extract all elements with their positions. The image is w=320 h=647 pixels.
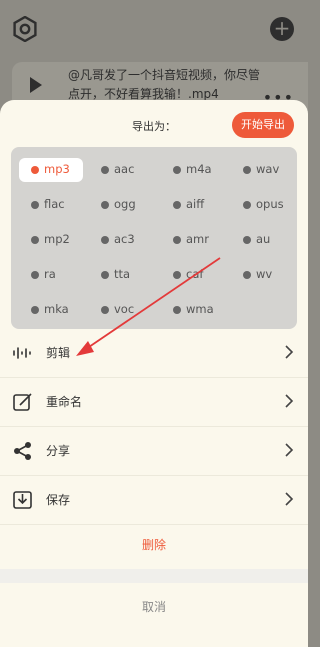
- format-option-wv[interactable]: wv: [231, 263, 295, 287]
- audio-title: @凡哥发了一个抖音短视频，你尽管点开，不好看算我输！.mp4: [68, 68, 261, 101]
- format-label: mp3: [44, 162, 70, 176]
- format-label: wv: [256, 267, 273, 281]
- format-option-wav[interactable]: wav: [231, 158, 295, 182]
- action-label: 重命名: [46, 395, 83, 409]
- divider: [0, 569, 308, 583]
- radio-dot-icon: [173, 166, 181, 174]
- format-option-ra[interactable]: ra: [19, 263, 83, 287]
- format-option-voc[interactable]: voc: [89, 298, 153, 322]
- action-label: 保存: [46, 493, 71, 507]
- format-label: au: [256, 232, 271, 246]
- format-option-au[interactable]: au: [231, 228, 295, 252]
- format-option-m4a[interactable]: m4a: [161, 158, 225, 182]
- waveform-icon: [12, 343, 34, 363]
- format-option-ogg[interactable]: ogg: [89, 193, 153, 217]
- format-option-ac3[interactable]: ac3: [89, 228, 153, 252]
- chevron-right-icon: [284, 393, 294, 409]
- format-grid: mp3 aac m4a wav flac ogg aiff opus mp2 ac3 amr au ra…: [11, 147, 297, 329]
- radio-dot-icon: [31, 271, 39, 279]
- radio-dot-icon: [243, 201, 251, 209]
- action-label: 分享: [46, 444, 71, 458]
- radio-dot-icon: [31, 201, 39, 209]
- start-export-button[interactable]: 开始导出: [232, 112, 294, 138]
- radio-dot-icon: [243, 236, 251, 244]
- share-icon: [12, 441, 34, 461]
- add-button[interactable]: +: [270, 17, 294, 41]
- format-label: opus: [256, 197, 284, 211]
- format-label: ra: [44, 267, 56, 281]
- radio-dot-icon: [101, 271, 109, 279]
- action-list: 剪辑 重命名 分享 保存: [0, 329, 308, 525]
- format-label: amr: [186, 232, 209, 246]
- format-label: mka: [44, 302, 69, 316]
- format-option-opus[interactable]: opus: [231, 193, 295, 217]
- radio-dot-icon: [243, 166, 251, 174]
- format-option-flac[interactable]: flac: [19, 193, 83, 217]
- edit-icon: [12, 392, 34, 412]
- format-option-tta[interactable]: tta: [89, 263, 153, 287]
- chevron-right-icon: [284, 344, 294, 360]
- play-icon[interactable]: [30, 77, 42, 93]
- gear-icon[interactable]: [12, 15, 38, 43]
- format-label: ac3: [114, 232, 135, 246]
- action-rename[interactable]: 重命名: [0, 378, 308, 427]
- radio-dot-icon: [31, 306, 39, 314]
- action-share[interactable]: 分享: [0, 427, 308, 476]
- format-label: flac: [44, 197, 65, 211]
- radio-dot-icon: [101, 166, 109, 174]
- format-option-amr[interactable]: amr: [161, 228, 225, 252]
- format-option-caf[interactable]: caf: [161, 263, 225, 287]
- format-option-mp3[interactable]: mp3: [19, 158, 83, 182]
- action-label: 剪辑: [46, 346, 71, 360]
- format-label: voc: [114, 302, 135, 316]
- delete-button[interactable]: 删除: [0, 525, 308, 565]
- chevron-right-icon: [284, 491, 294, 507]
- format-label: tta: [114, 267, 131, 281]
- radio-dot-icon: [31, 236, 39, 244]
- radio-dot-icon: [31, 166, 39, 174]
- chevron-right-icon: [284, 442, 294, 458]
- format-option-aac[interactable]: aac: [89, 158, 153, 182]
- radio-dot-icon: [243, 271, 251, 279]
- download-icon: [12, 490, 34, 510]
- radio-dot-icon: [173, 236, 181, 244]
- format-label: mp2: [44, 232, 70, 246]
- radio-dot-icon: [173, 306, 181, 314]
- sheet-header: 导出为： 开始导出: [0, 112, 308, 140]
- cancel-button[interactable]: 取消: [0, 585, 308, 629]
- format-option-mp2[interactable]: mp2: [19, 228, 83, 252]
- format-option-aiff[interactable]: aiff: [161, 193, 225, 217]
- action-edit[interactable]: 剪辑: [0, 329, 308, 378]
- radio-dot-icon: [173, 201, 181, 209]
- format-option-wma[interactable]: wma: [161, 298, 225, 322]
- export-sheet: 导出为： 开始导出 mp3 aac m4a wav flac ogg aiff opus mp2…: [0, 100, 308, 647]
- radio-dot-icon: [101, 236, 109, 244]
- radio-dot-icon: [101, 306, 109, 314]
- format-option-mka[interactable]: mka: [19, 298, 83, 322]
- format-label: m4a: [186, 162, 212, 176]
- radio-dot-icon: [101, 201, 109, 209]
- format-label: wav: [256, 162, 280, 176]
- format-label: aiff: [186, 197, 205, 211]
- format-label: aac: [114, 162, 135, 176]
- action-save[interactable]: 保存: [0, 476, 308, 525]
- radio-dot-icon: [173, 271, 181, 279]
- format-label: ogg: [114, 197, 136, 211]
- format-label: caf: [186, 267, 204, 281]
- format-label: wma: [186, 302, 214, 316]
- background-topbar: +: [0, 0, 308, 60]
